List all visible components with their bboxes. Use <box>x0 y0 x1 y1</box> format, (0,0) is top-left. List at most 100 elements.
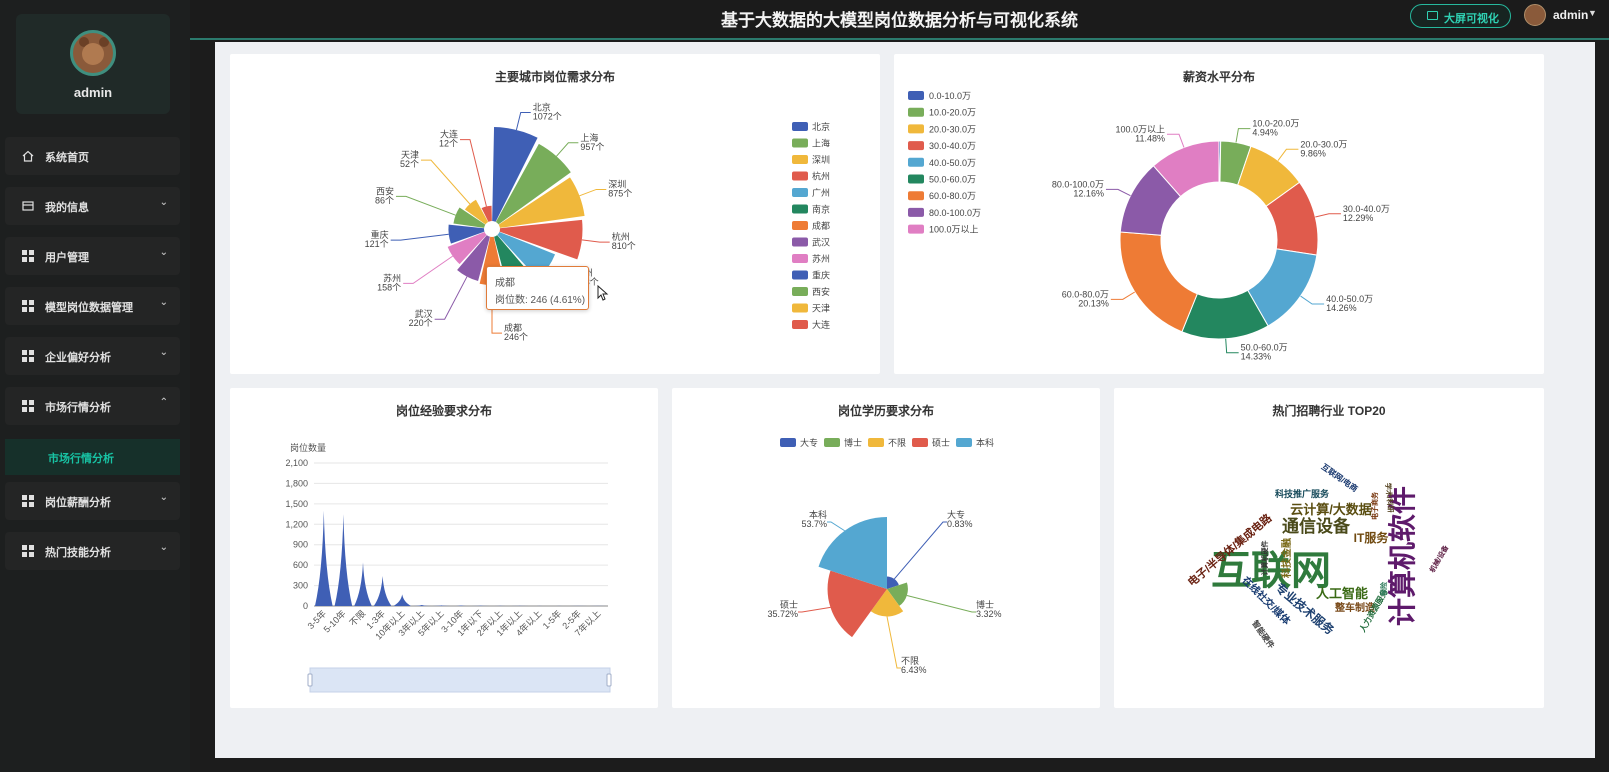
wordcloud-word: 科技推广服务 <box>1275 488 1330 499</box>
legend-label: 100.0万以上 <box>929 225 979 235</box>
avatar[interactable] <box>70 30 116 76</box>
zoom-slider <box>309 667 611 693</box>
menu-item-market[interactable]: 市场行情分析 ⌃ <box>5 387 180 425</box>
label-line <box>581 239 610 243</box>
donut-slice-60.0-80.0万 <box>1119 231 1198 333</box>
legend-label: 成都 <box>812 220 830 231</box>
chevron-up-icon: ⌃ <box>159 397 168 408</box>
legend-swatch <box>792 122 808 131</box>
menu-label: 岗位薪酬分析 <box>45 497 111 509</box>
legend-swatch <box>824 438 840 447</box>
menu-label: 市场行情分析 <box>45 402 111 414</box>
submenu-item-market-analysis[interactable]: 市场行情分析 <box>5 439 180 475</box>
legend-label: 50.0-60.0万 <box>929 175 976 185</box>
legend-swatch <box>792 155 808 164</box>
label-line <box>1277 148 1299 161</box>
menu-item-my-info[interactable]: 我的信息 ⌄ <box>5 187 180 225</box>
area-peak-5-10年 <box>334 514 353 606</box>
education-rose-chart[interactable]: 大专0.83%博士3.32%不限6.43%硕士35.72%本科53.7%大专 博士… <box>672 388 1100 708</box>
menu-item-company-pref[interactable]: 企业偏好分析 ⌄ <box>5 337 180 375</box>
legend-swatch <box>792 270 808 280</box>
legend-swatch <box>908 224 924 234</box>
slice-label-value: 1072个 <box>533 111 562 121</box>
slice-label-value: 158个 <box>377 282 401 292</box>
legend-swatch <box>792 138 808 148</box>
y-tick-label: 2,100 <box>285 458 308 468</box>
grid-icon <box>22 300 34 312</box>
label-line <box>906 594 976 613</box>
menu-item-home[interactable]: 系统首页 <box>5 137 180 175</box>
wordcloud-word: 保险 <box>1379 581 1388 597</box>
chevron-down-icon: ⌄ <box>159 297 168 308</box>
label-line <box>420 159 471 205</box>
area-peak-不限 <box>354 562 372 606</box>
legend-label: 大专 <box>800 437 818 448</box>
menu-item-salary[interactable]: 岗位薪酬分析 ⌄ <box>5 482 180 520</box>
education-chart-card: 岗位学历要求分布 大专 0.83% 博士 3.32% 不限 6.43% 硕士 35.72% 本科… <box>672 388 1100 708</box>
menu-label: 企业偏好分析 <box>45 352 111 364</box>
zoom-handle-right <box>606 673 612 687</box>
y-axis-title: 岗位数量 <box>290 442 326 453</box>
slice-label-value: 11.48% <box>1135 133 1165 143</box>
slice-label-value: 220个 <box>409 318 433 328</box>
menu-item-skills[interactable]: 热门技能分析 ⌄ <box>5 532 180 570</box>
legend-swatch <box>908 174 924 184</box>
legend-label: 大连 <box>812 319 830 330</box>
slice-label-value: 6.43% <box>901 665 927 675</box>
monitor-icon <box>1427 11 1438 20</box>
bigscreen-button[interactable]: 大屏可视化 <box>1410 4 1511 28</box>
industry-wordcloud-card: 热门招聘行业 TOP20 互联网 计算机软件 通信设备 云计算/大数据 人工智能 专业技术… <box>1114 388 1544 708</box>
experience-area-chart[interactable]: 岗位数量03006009001,2001,5001,8002,1003-5年5-… <box>230 388 658 708</box>
sidebar: admin 系统首页 我的信息 ⌄ 用户管理 ⌄ 模型岗位数据管理 ⌄ 企业偏好… <box>0 0 190 772</box>
home-icon <box>22 150 34 162</box>
wordcloud-word: 机械/设备 <box>1427 543 1450 574</box>
label-line <box>886 616 901 669</box>
slice-label-value: 246个 <box>504 332 528 342</box>
slice-label-value: 20.13% <box>1078 298 1109 308</box>
legend-label: 西安 <box>812 286 830 297</box>
y-tick-label: 600 <box>293 560 308 570</box>
salary-donut-chart[interactable]: 10.0-20.0万 4.94% 20.0-30.0万 9.86% 30.0-40.0万… <box>894 54 1544 374</box>
user-avatar[interactable] <box>1524 4 1546 26</box>
label-line <box>1110 291 1136 300</box>
user-name[interactable]: admin <box>1553 8 1588 22</box>
label-line <box>1300 295 1325 305</box>
area-peak-10年以上 <box>393 594 412 606</box>
legend-swatch <box>908 107 924 117</box>
wordcloud-word: 电子商务 <box>1370 491 1379 520</box>
grid-icon <box>22 495 34 507</box>
wordcloud-word: 计算机硬件 <box>1260 541 1269 576</box>
legend-label: 深圳 <box>812 155 830 165</box>
menu-item-job-data-mgmt[interactable]: 模型岗位数据管理 ⌄ <box>5 287 180 325</box>
chevron-down-icon: ⌄ <box>159 247 168 258</box>
area-peak-3-5年 <box>314 510 333 606</box>
experience-chart-card: 岗位经验要求分布 岗位数量 0 300 600 900 1,200 1,500 1,800 2,… <box>230 388 658 708</box>
label-line <box>893 521 947 580</box>
industry-wordcloud[interactable]: 互联网 计算机软件通信设备云计算/大数据人工智能专业技术服务IT服务电子/半导体/… <box>1114 388 1544 708</box>
wordcloud-word: IT服务 <box>1354 530 1390 545</box>
label-line <box>403 255 453 284</box>
legend-label: 杭州 <box>812 171 830 182</box>
menu-item-user-mgmt[interactable]: 用户管理 ⌄ <box>5 237 180 275</box>
submenu-label: 市场行情分析 <box>48 453 114 465</box>
slice-label-value: 957个 <box>580 142 604 152</box>
legend-label: 20.0-30.0万 <box>929 124 976 134</box>
app-root: admin 系统首页 我的信息 ⌄ 用户管理 ⌄ 模型岗位数据管理 ⌄ 企业偏好… <box>0 0 1609 772</box>
slice-label-value: 86个 <box>375 195 394 205</box>
caret-down-icon[interactable]: ▼ <box>1588 8 1597 18</box>
legend-swatch <box>780 438 796 447</box>
y-tick-label: 300 <box>293 581 308 591</box>
bigscreen-label: 大屏可视化 <box>1444 13 1499 25</box>
slice-label-value: 52个 <box>400 159 419 169</box>
city-rose-chart[interactable]: 北京1072个上海957个深圳875个杭州810个广州403个南京302个成都2… <box>230 54 880 374</box>
wordcloud-word: 通信设备 <box>1282 516 1351 536</box>
legend-swatch <box>908 124 924 134</box>
x-tick-label: 1-5年 <box>540 608 563 631</box>
legend-label: 10.0-20.0万 <box>929 108 976 118</box>
zoom-handle-left <box>307 673 313 687</box>
grid-icon <box>22 250 34 262</box>
legend-label: 0.0-10.0万 <box>929 91 971 101</box>
menu-label: 用户管理 <box>45 252 89 264</box>
menu-label: 模型岗位数据管理 <box>45 302 133 314</box>
slice-label-value: 3.32% <box>976 609 1002 619</box>
